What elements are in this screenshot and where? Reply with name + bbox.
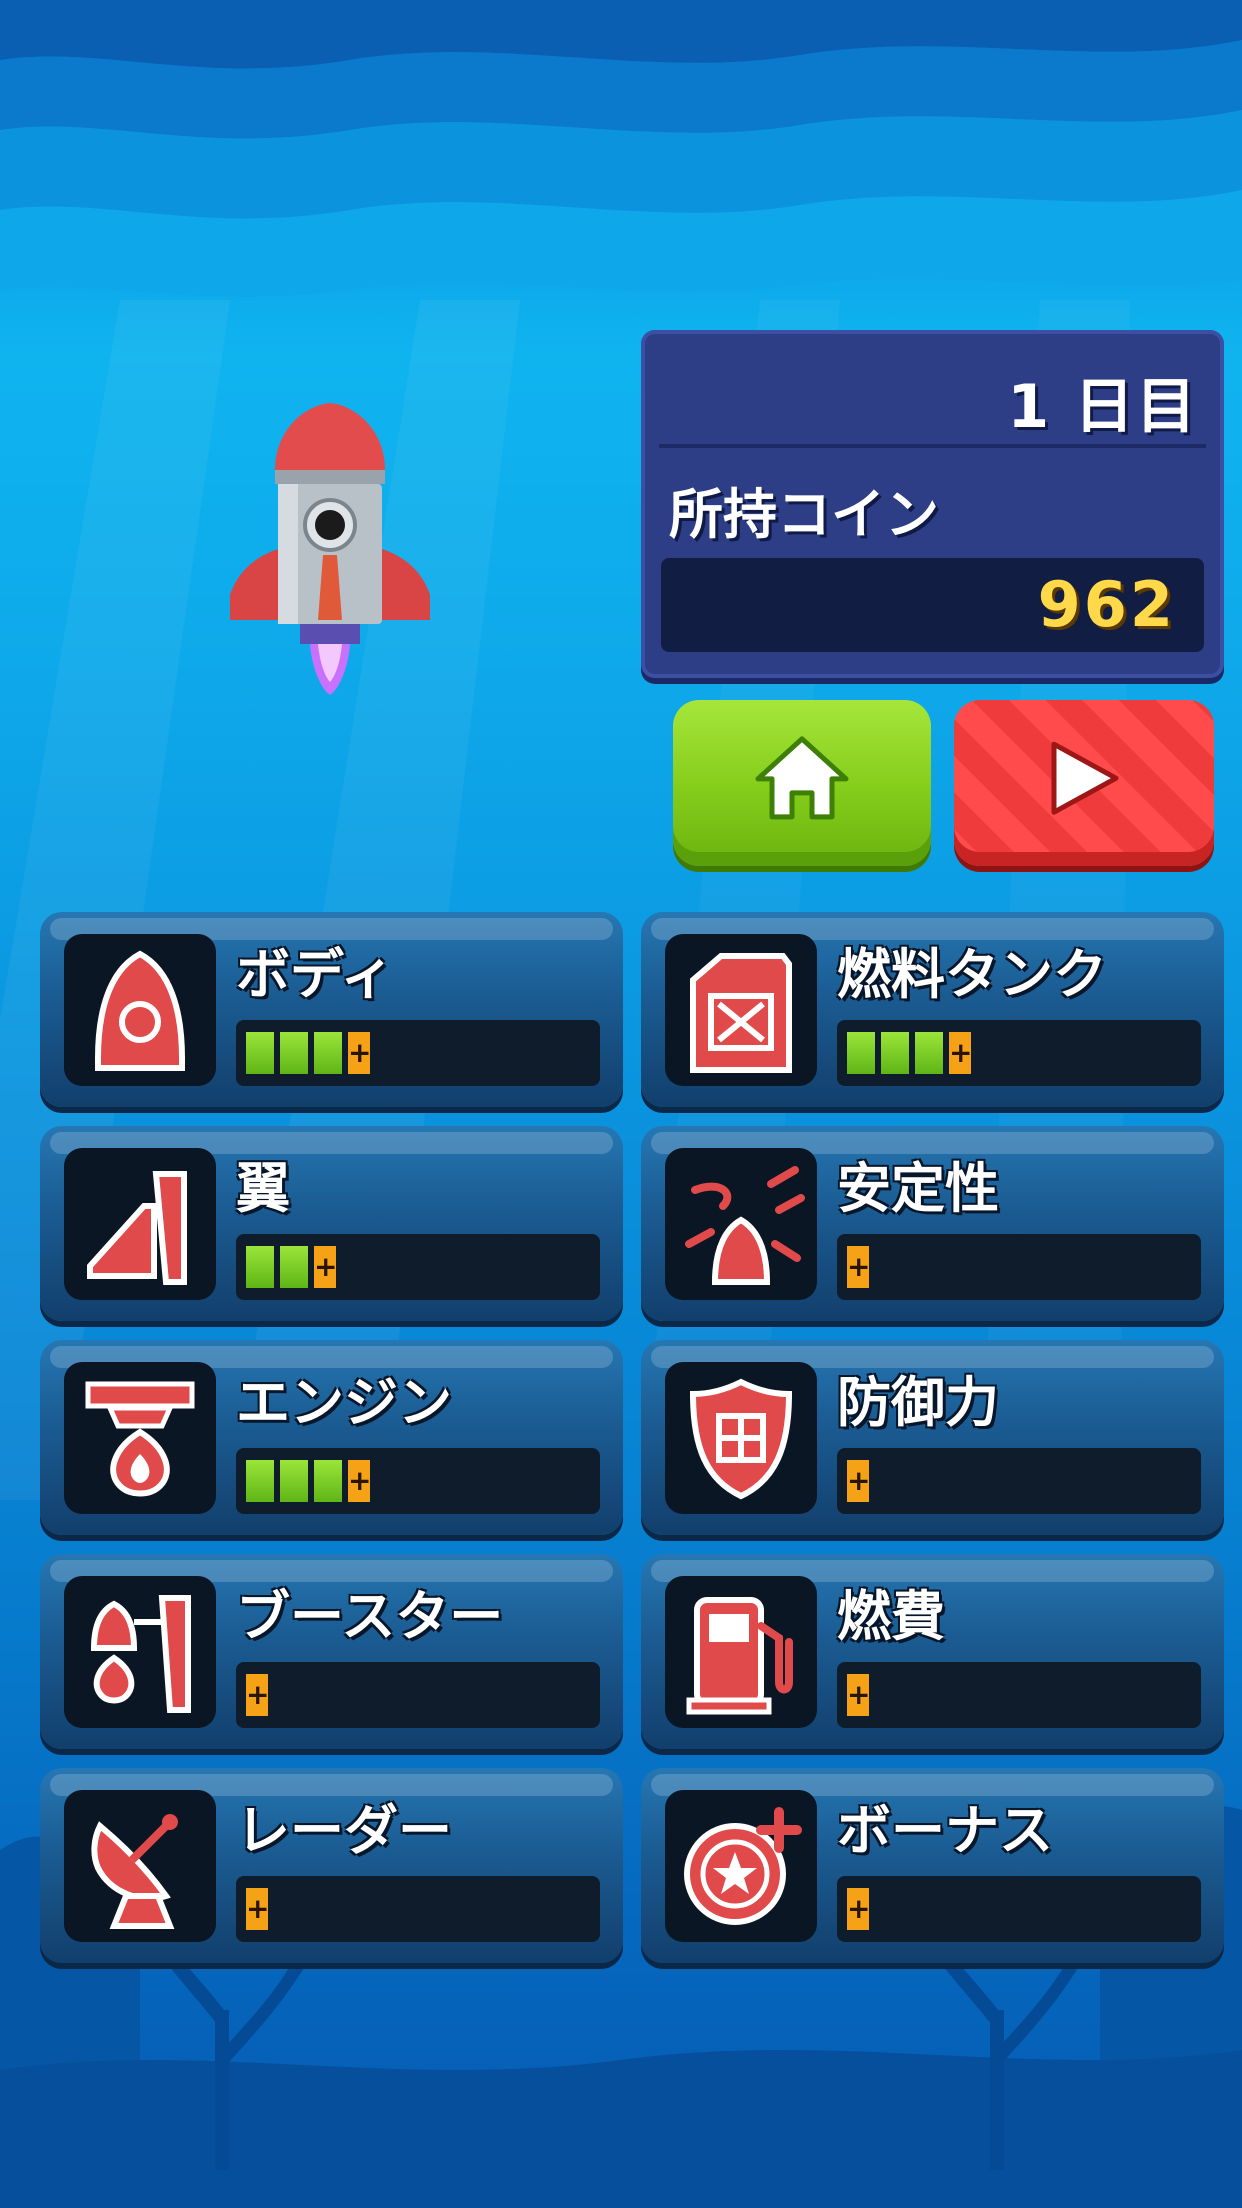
upgrade-plus-button[interactable]: + [348,1032,371,1074]
level-segment [915,1032,943,1074]
level-bar: + [236,1234,600,1300]
level-segment [314,1460,342,1502]
level-bar: + [236,1448,600,1514]
upgrade-name: ボディ [236,943,395,1006]
engine-icon [70,1368,210,1508]
rocket-body-icon [70,940,210,1080]
radar-icon [70,1796,210,1936]
upgrade-name: 燃費 [837,1585,945,1648]
upgrade-icon-box [665,934,817,1086]
upgrade-card[interactable]: ボディ + [40,912,623,1107]
shield-icon [671,1368,811,1508]
upgrade-plus-button[interactable]: + [348,1460,371,1502]
level-segment [280,1460,308,1502]
upgrade-card[interactable]: 防御力 + [641,1340,1224,1535]
upgrade-card[interactable]: レーダー + [40,1768,623,1963]
upgrade-name: 安定性 [837,1157,999,1220]
upgrade-icon-box [665,1576,817,1728]
divider [659,444,1206,448]
coin-value: 962 [1037,568,1176,641]
upgrade-card[interactable]: 翼 + [40,1126,623,1321]
level-bar: + [236,1662,600,1728]
rocket-preview [210,395,450,725]
upgrade-name: 燃料タンク [837,943,1107,1006]
upgrade-name: ブースター [236,1585,504,1648]
level-bar: + [837,1020,1201,1086]
upgrade-plus-button[interactable]: + [847,1674,870,1716]
status-panel: 1 日目 所持コイン 962 [641,330,1224,678]
play-button[interactable] [954,700,1214,866]
upgrade-name: 翼 [236,1157,290,1220]
booster-icon [70,1582,210,1722]
coin-label: 所持コイン [669,483,939,546]
level-segment [280,1246,308,1288]
level-segment [246,1032,274,1074]
upgrade-icon-box [64,1576,216,1728]
home-button[interactable] [673,700,931,866]
upgrade-plus-button[interactable]: + [314,1246,337,1288]
home-icon [755,736,849,820]
upgrade-icon-box [64,1790,216,1942]
fuel-pump-icon [671,1582,811,1722]
fuel-can-icon [671,940,811,1080]
upgrade-card[interactable]: 安定性 + [641,1126,1224,1321]
upgrade-plus-button[interactable]: + [847,1888,870,1930]
upgrade-name: レーダー [236,1799,452,1862]
upgrade-card[interactable]: 燃料タンク + [641,912,1224,1107]
upgrade-plus-button[interactable]: + [246,1674,269,1716]
level-segment [881,1032,909,1074]
upgrade-card[interactable]: ボーナス + [641,1768,1224,1963]
level-segment [246,1460,274,1502]
upgrade-icon-box [665,1148,817,1300]
level-bar: + [837,1234,1201,1300]
upgrade-name: ボーナス [837,1799,1053,1862]
upgrade-card[interactable]: 燃費 + [641,1554,1224,1749]
day-counter: 1 日目 [1007,372,1198,442]
upgrade-icon-box [64,1362,216,1514]
upgrade-card[interactable]: ブースター + [40,1554,623,1749]
level-bar: + [236,1876,600,1942]
level-segment [847,1032,875,1074]
upgrade-plus-button[interactable]: + [847,1246,870,1288]
level-segment [280,1032,308,1074]
level-bar: + [236,1020,600,1086]
level-segment [314,1032,342,1074]
level-bar: + [837,1876,1201,1942]
upgrade-plus-button[interactable]: + [847,1460,870,1502]
upgrade-name: 防御力 [837,1371,999,1434]
upgrade-plus-button[interactable]: + [949,1032,972,1074]
wave-background [0,0,1242,297]
upgrade-plus-button[interactable]: + [246,1888,269,1930]
level-bar: + [837,1662,1201,1728]
stability-icon [671,1154,811,1294]
bonus-coin-icon [671,1796,811,1936]
upgrade-icon-box [64,1148,216,1300]
upgrade-name: エンジン [236,1371,452,1434]
play-icon [1051,741,1119,815]
upgrade-icon-box [64,934,216,1086]
coin-display: 962 [661,558,1204,652]
upgrade-icon-box [665,1362,817,1514]
wing-icon [70,1154,210,1294]
level-bar: + [837,1448,1201,1514]
upgrade-card[interactable]: エンジン + [40,1340,623,1535]
level-segment [246,1246,274,1288]
upgrade-icon-box [665,1790,817,1942]
